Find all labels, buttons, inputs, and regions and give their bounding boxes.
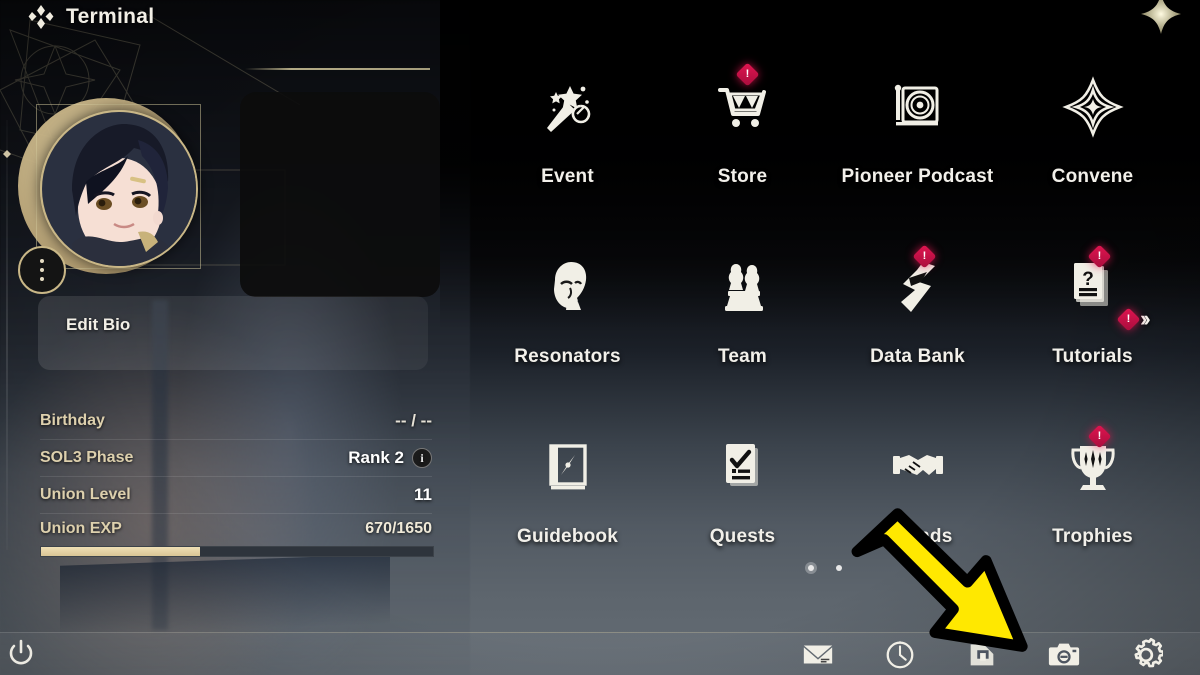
menu-item-resonators[interactable]: Resonators — [480, 238, 655, 418]
stat-value: Rank 2 i — [348, 448, 432, 468]
double-chevron-right-icon: ›› — [1140, 306, 1150, 331]
window-header: Terminal — [0, 0, 1200, 34]
trophy-icon — [1062, 436, 1124, 498]
notification-badge — [1087, 424, 1112, 449]
divider — [40, 476, 432, 477]
title-wrap: Terminal — [28, 0, 154, 34]
union-exp-header: Union EXP 670/1650 — [40, 520, 432, 538]
stat-row-birthday: Birthday -- / -- — [40, 405, 432, 437]
menu-item-label: Team — [717, 346, 768, 367]
menu-item-pioneer-podcast[interactable]: Pioneer Podcast — [830, 58, 1005, 238]
union-exp-bar — [40, 546, 434, 557]
four-diamond-icon — [28, 5, 54, 29]
chess-pieces-icon — [712, 256, 774, 318]
party-popper-icon — [537, 76, 599, 138]
info-icon[interactable]: i — [412, 448, 432, 468]
book-compass-icon — [537, 436, 599, 498]
stat-label: SOL3 Phase — [40, 449, 134, 466]
union-exp-label: Union EXP — [40, 520, 122, 537]
toolbar-icons — [800, 632, 1164, 675]
menu-item-store[interactable]: Store — [655, 58, 830, 238]
union-exp-value: 670/1650 — [365, 520, 432, 537]
menu-item-label: Convene — [1051, 166, 1134, 187]
stat-label: Union Level — [40, 486, 131, 503]
star-compass-icon — [1061, 76, 1124, 138]
avatar[interactable] — [10, 98, 201, 294]
union-exp-fill — [41, 547, 201, 556]
menu-item-label: Tutorials — [1052, 346, 1133, 367]
data-bank-icon — [887, 256, 949, 318]
profile-panel: Edit Bio Birthday -- / -- SOL3 Phase Ran… — [0, 0, 470, 675]
page-dot-2[interactable] — [836, 565, 842, 571]
avatar-more-dots[interactable] — [18, 246, 66, 294]
bag-icon[interactable] — [964, 636, 1000, 672]
menu-item-quests[interactable]: Quests — [655, 418, 830, 598]
notification-badge — [912, 244, 937, 269]
stat-label: Birthday — [40, 412, 105, 429]
menu-item-friends[interactable]: Friends — [830, 418, 1005, 598]
checklist-icon — [712, 436, 774, 498]
menu-item-label: Resonators — [514, 346, 621, 367]
scrollbar-track[interactable] — [6, 120, 8, 550]
menu-item-label: Trophies — [1052, 526, 1133, 547]
menu-item-convene[interactable]: Convene — [1005, 58, 1180, 238]
turntable-icon — [887, 76, 949, 138]
divider — [40, 513, 432, 514]
stat-row-sol3-phase: SOL3 Phase Rank 2 i — [40, 442, 432, 474]
svg-text:?: ? — [1082, 269, 1094, 290]
stat-value: -- / -- — [395, 411, 432, 430]
question-card-icon: ? — [1062, 256, 1124, 318]
page-indicator — [808, 565, 842, 571]
edit-bio-button[interactable]: Edit Bio — [38, 296, 428, 370]
power-icon[interactable] — [6, 638, 36, 668]
clock-icon[interactable] — [882, 636, 918, 672]
page-dot-1[interactable] — [808, 565, 814, 571]
notification-badge — [735, 62, 760, 87]
menu-item-label: Store — [717, 166, 768, 187]
menu-item-label: Quests — [709, 526, 776, 547]
notification-badge — [1116, 306, 1141, 332]
shopping-cart-icon — [712, 76, 774, 138]
close-icon[interactable] — [1130, 0, 1192, 46]
menu-item-guidebook[interactable]: Guidebook — [480, 418, 655, 598]
page-title: Terminal — [66, 5, 155, 28]
menu-item-label: Data Bank — [870, 346, 965, 367]
menu-item-label: Event — [541, 166, 594, 187]
menu-item-event[interactable]: Event — [480, 58, 655, 238]
menu-item-team[interactable]: Team — [655, 238, 830, 418]
avatar-portrait[interactable] — [40, 110, 198, 268]
stat-value: 11 — [414, 485, 432, 504]
union-exp-block: Union EXP 670/1650 — [40, 520, 434, 557]
character-head-icon — [537, 256, 599, 318]
more-pages-indicator[interactable]: ›› — [1116, 306, 1150, 332]
camera-icon[interactable] — [1046, 636, 1082, 672]
stat-value-text: Rank 2 — [348, 448, 404, 467]
menu-item-label: Friends — [882, 526, 953, 547]
handshake-icon — [887, 436, 949, 498]
menu-item-label: Pioneer Podcast — [841, 166, 994, 187]
terminal-screen: Terminal Edit Bio Birthday -- / -- SOL3 … — [0, 0, 1200, 675]
envelope-icon[interactable] — [800, 636, 836, 672]
divider — [40, 439, 432, 440]
edit-bio-label: Edit Bio — [66, 315, 131, 334]
gear-icon[interactable] — [1128, 636, 1164, 672]
menu-item-data-bank[interactable]: Data Bank — [830, 238, 1005, 418]
stat-row-union-level: Union Level 11 — [40, 479, 432, 511]
menu-grid: Event Store — [480, 58, 1180, 578]
menu-item-trophies[interactable]: Trophies — [1005, 418, 1180, 598]
menu-item-label: Guidebook — [516, 526, 619, 547]
notification-badge — [1087, 244, 1112, 269]
stats-list: Birthday -- / -- SOL3 Phase Rank 2 i Uni… — [40, 405, 432, 516]
menu-item-tutorials[interactable]: ? Tutorials — [1005, 238, 1180, 418]
